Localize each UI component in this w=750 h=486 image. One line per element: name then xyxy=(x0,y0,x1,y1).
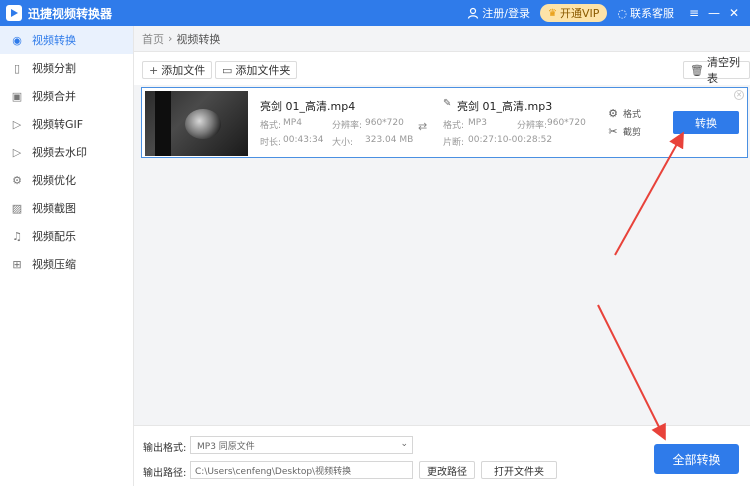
sidebar-item-watermark[interactable]: ▷ 视频去水印 xyxy=(0,138,133,166)
output-format: MP3 xyxy=(468,118,487,128)
output-path-field-label: 输出路径: xyxy=(143,468,187,479)
sidebar-item-merge[interactable]: ▣ 视频合并 xyxy=(0,82,133,110)
output-format-label: 格式: xyxy=(443,121,465,131)
output-path-value: C:\Users\cenfeng\Desktop\视频转换 xyxy=(195,466,352,477)
compress-icon: ⊞ xyxy=(12,257,22,271)
sidebar-item-compress[interactable]: ⊞ 视频压缩 xyxy=(0,250,133,278)
music-icon: ♫ xyxy=(12,229,22,243)
cut-label: 截剪 xyxy=(623,128,642,138)
source-file-name: 亮剑 01_高清.mp4 xyxy=(260,100,356,113)
toolbar: + 添加文件 ▭ 添加文件夹 🗑 清空列表 xyxy=(134,53,750,85)
gear-icon: ⚙ xyxy=(608,107,618,120)
sidebar-item-label: 视频去水印 xyxy=(32,146,87,159)
split-icon: ▯ xyxy=(13,61,21,75)
breadcrumb-home[interactable]: 首页 xyxy=(142,31,164,47)
sidebar: ◉ 视频转换 ▯ 视频分割 ▣ 视频合并 ▷ 视频转GIF ▷ 视频去水印 ⚙ … xyxy=(0,26,134,486)
format-settings-button[interactable]: ⚙ 格式 xyxy=(607,107,641,120)
format-settings-label: 格式 xyxy=(623,110,642,120)
add-folder-button[interactable]: ▭ 添加文件夹 xyxy=(215,61,298,79)
output-settings: 输出格式: MP3 同原文件 ⌄ 输出路径: C:\Users\cenfeng\… xyxy=(134,425,750,486)
watermark-icon: ▷ xyxy=(12,145,22,159)
source-size: 323.04 MB xyxy=(365,135,414,145)
app-logo-icon xyxy=(6,5,22,21)
output-path-field[interactable]: C:\Users\cenfeng\Desktop\视频转换 xyxy=(190,461,413,479)
login-link[interactable]: 注册/登录 xyxy=(467,5,530,21)
output-file-name[interactable]: 亮剑 01_高清.mp3 xyxy=(457,98,552,114)
source-duration-label: 时长: xyxy=(260,138,282,148)
gif-icon: ▷ xyxy=(12,117,22,131)
output-format-field-label: 输出格式: xyxy=(143,443,187,454)
source-size-label: 大小: xyxy=(332,138,354,148)
sidebar-item-label: 视频转换 xyxy=(32,34,76,47)
chevron-down-icon: ⌄ xyxy=(400,439,408,449)
breadcrumb: 首页 › 视频转换 xyxy=(134,26,750,52)
open-folder-button[interactable]: 打开文件夹 xyxy=(481,461,557,479)
sidebar-item-label: 视频截图 xyxy=(32,202,76,215)
source-format: MP4 xyxy=(283,118,302,128)
crown-icon: ♛ xyxy=(548,7,557,19)
clear-list-button[interactable]: 🗑 清空列表 xyxy=(683,56,750,85)
source-duration: 00:43:34 xyxy=(283,135,324,145)
source-resolution: 960*720 xyxy=(365,118,404,128)
convert-button[interactable]: 转换 xyxy=(673,111,739,134)
video-thumbnail xyxy=(145,91,248,156)
convert-all-button[interactable]: 全部转换 xyxy=(654,444,739,474)
optimize-icon: ⚙ xyxy=(12,173,22,187)
convert-arrow-icon: ⇄ xyxy=(418,120,428,133)
add-file-label: 添加文件 xyxy=(161,64,206,77)
sidebar-item-label: 视频配乐 xyxy=(32,230,76,243)
plus-icon: + xyxy=(149,63,159,77)
menu-icon[interactable]: ≡ xyxy=(684,6,704,20)
sidebar-item-video-convert[interactable]: ◉ 视频转换 xyxy=(0,26,133,54)
sidebar-item-split[interactable]: ▯ 视频分割 xyxy=(0,54,133,82)
edit-pencil-icon[interactable]: ✎ xyxy=(443,98,451,109)
title-bar: 迅捷视频转换器 注册/登录 ♛ 开通VIP ◌ 联系客服 ≡ — ✕ xyxy=(0,0,750,26)
add-file-button[interactable]: + 添加文件 xyxy=(142,61,213,79)
output-format-value: MP3 同原文件 xyxy=(197,441,255,452)
sidebar-item-label: 视频转GIF xyxy=(32,118,84,131)
chat-icon: ◌ xyxy=(617,6,627,20)
remove-item-icon[interactable]: ✕ xyxy=(734,90,744,100)
login-label: 注册/登录 xyxy=(482,7,531,20)
clear-list-label: 清空列表 xyxy=(706,56,740,85)
output-clip: 00:27:10-00:28:52 xyxy=(468,135,553,145)
sidebar-item-optimize[interactable]: ⚙ 视频优化 xyxy=(0,166,133,194)
output-resolution-label: 分辨率: xyxy=(517,121,548,131)
customer-service-link[interactable]: ◌ 联系客服 xyxy=(617,5,674,21)
source-format-label: 格式: xyxy=(260,121,282,131)
change-path-button[interactable]: 更改路径 xyxy=(419,461,475,479)
screenshot-icon: ▨ xyxy=(11,201,23,215)
breadcrumb-separator: › xyxy=(168,32,173,45)
sidebar-item-label: 视频合并 xyxy=(32,90,76,103)
video-convert-icon: ◉ xyxy=(12,33,22,47)
cut-button[interactable]: ✂ 截剪 xyxy=(607,125,641,138)
merge-icon: ▣ xyxy=(11,89,23,103)
output-clip-label: 片断: xyxy=(443,138,465,148)
vip-button[interactable]: ♛ 开通VIP xyxy=(540,4,608,22)
output-resolution: 960*720 xyxy=(547,118,586,128)
vip-label: 开通VIP xyxy=(559,7,600,20)
sidebar-item-label: 视频优化 xyxy=(32,174,76,187)
breadcrumb-current: 视频转换 xyxy=(176,32,221,46)
sidebar-item-music[interactable]: ♫ 视频配乐 xyxy=(0,222,133,250)
sidebar-item-gif[interactable]: ▷ 视频转GIF xyxy=(0,110,133,138)
folder-icon: ▭ xyxy=(222,63,233,77)
service-label: 联系客服 xyxy=(630,7,674,20)
minimize-icon[interactable]: — xyxy=(704,6,724,20)
sidebar-item-label: 视频压缩 xyxy=(32,258,76,271)
add-folder-label: 添加文件夹 xyxy=(235,64,291,77)
sidebar-item-label: 视频分割 xyxy=(32,62,76,75)
output-format-select[interactable]: MP3 同原文件 ⌄ xyxy=(190,436,413,454)
sidebar-item-screenshot[interactable]: ▨ 视频截图 xyxy=(0,194,133,222)
close-icon[interactable]: ✕ xyxy=(724,6,744,20)
file-item[interactable]: 亮剑 01_高清.mp4 格式: MP4 分辨率: 960*720 时长: 00… xyxy=(141,87,748,158)
user-icon xyxy=(468,7,479,19)
scissors-icon: ✂ xyxy=(608,125,618,138)
app-title: 迅捷视频转换器 xyxy=(28,6,113,21)
source-resolution-label: 分辨率: xyxy=(332,121,363,131)
trash-icon: 🗑 xyxy=(690,63,704,77)
